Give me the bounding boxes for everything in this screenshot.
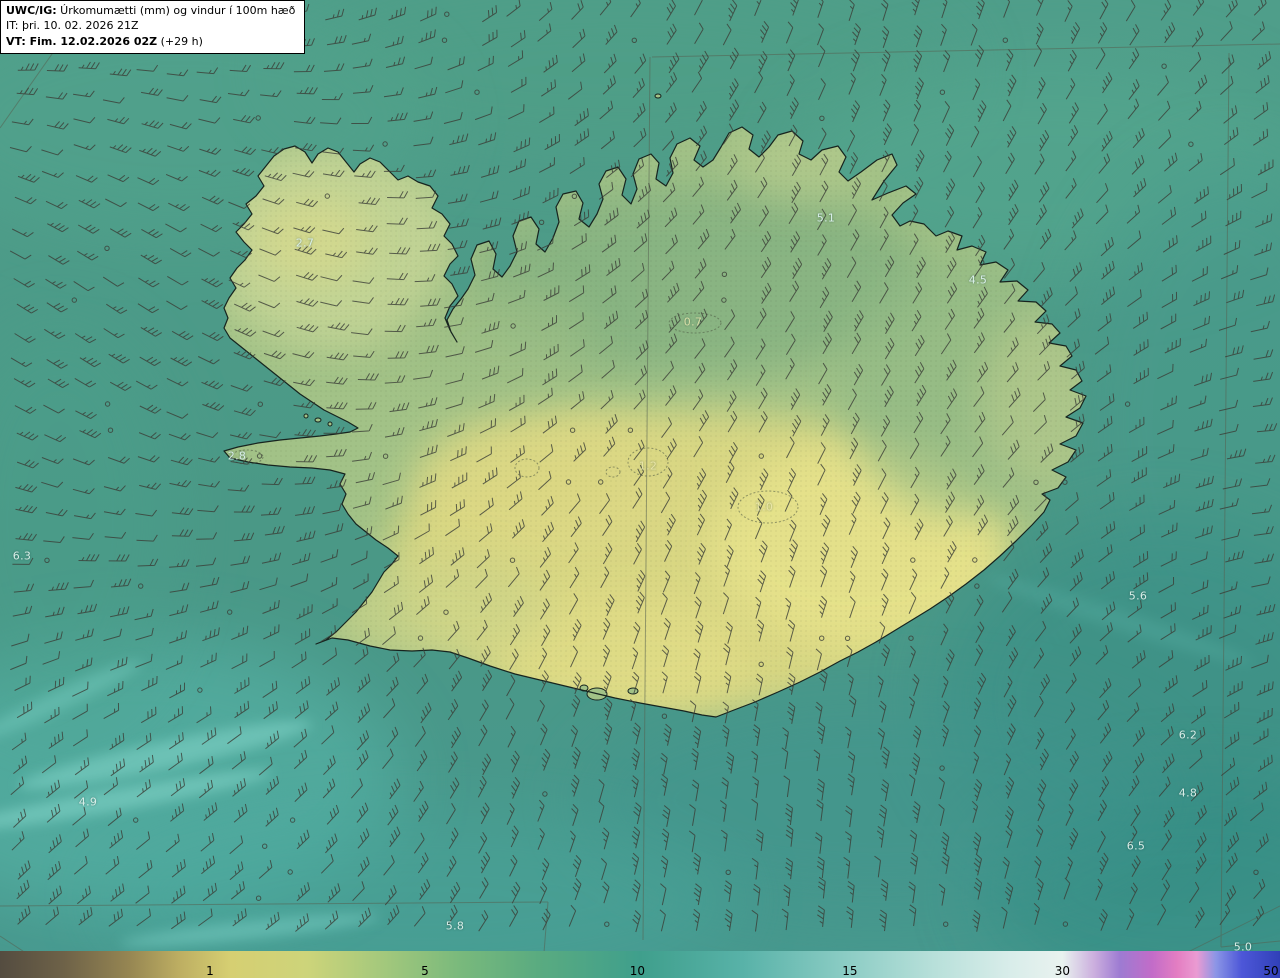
valid-time: VT: Fim. 12.02.2026 02Z (+29 h) [6,34,295,49]
colorbar-tick-label: 15 [842,964,858,978]
weather-map-app: 2.7 5.1 4.5 0.7 2.8 1.2 1.0 6.3 5.6 6.2 4.8 4.9 6.5 5… [0,0,1280,978]
map-info-box: UWC/IG: Úrkomumætti (mm) og vindur í 100… [0,0,306,55]
colorbar-tick-label: 5 [421,964,429,978]
init-time: IT: þri. 10. 02. 2026 21Z [6,19,139,33]
valid-time-offset: (+29 h) [157,34,203,48]
colorbar-tick-label: 30 [1054,964,1071,978]
weather-map [0,0,1280,978]
map-title: UWC/IG: Úrkomumætti (mm) og vindur í 100… [6,3,295,18]
map-title-text: Úrkomumætti (mm) og vindur í 100m hæð [56,4,296,17]
colorbar-ticks: 1 5 10 15 30 50 [0,951,1280,978]
model-label: UWC/IG: [6,4,57,17]
colorbar-tick-label: 10 [629,964,646,978]
valid-time-main: VT: Fim. 12.02.2026 02Z [6,34,158,48]
colorbar-legend: 1 5 10 15 30 50 [0,951,1280,978]
colorbar-tick-label: 50 [1263,964,1279,978]
colorbar-tick-label: 1 [206,964,214,978]
